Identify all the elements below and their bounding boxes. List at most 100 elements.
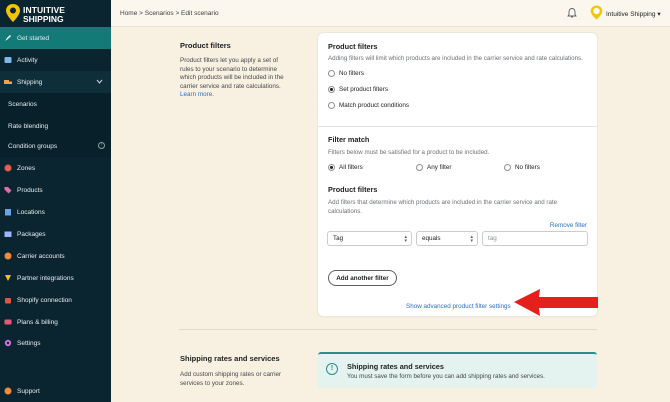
- sidebar-item-label: Scenarios: [8, 100, 37, 108]
- box-icon: [4, 230, 12, 238]
- sidebar-item-zones[interactable]: Zones: [0, 157, 111, 179]
- sidebar-item-shopify-connection[interactable]: Shopify connection: [0, 289, 111, 311]
- radio-match-product-conditions[interactable]: Match product conditions: [328, 102, 409, 109]
- avatar[interactable]: [590, 5, 603, 20]
- product-filters-heading: Product filters: [328, 185, 378, 194]
- section-title-product-filters: Product filters: [180, 41, 231, 50]
- radio-any-filter[interactable]: Any filter: [416, 164, 452, 171]
- rocket-icon: [4, 34, 12, 42]
- sidebar-item-products[interactable]: Products: [0, 179, 111, 201]
- breadcrumb[interactable]: Home > Scenarios > Edit scenario: [120, 10, 219, 17]
- filter-match-heading: Filter match: [328, 135, 370, 144]
- radio-label: All filters: [339, 164, 363, 171]
- radio-circle[interactable]: [328, 102, 335, 109]
- bell-icon[interactable]: [566, 7, 578, 19]
- radio-no-filters[interactable]: No filters: [328, 70, 364, 77]
- account-name: Intuitive Shipping: [606, 11, 656, 18]
- sidebar-item-locations[interactable]: Locations: [0, 201, 111, 223]
- select-value: equals: [422, 235, 441, 242]
- section-divider: [179, 329, 597, 330]
- radio-label: No filters: [515, 164, 540, 171]
- sidebar-item-condition-groups[interactable]: Condition groups !: [0, 135, 111, 157]
- radio-label: Match product conditions: [339, 102, 410, 109]
- sidebar-item-label: Support: [17, 387, 40, 395]
- radio-circle[interactable]: [328, 164, 335, 171]
- main-content: Product filters Product filters let you …: [111, 27, 670, 402]
- sidebar-item-carrier-accounts[interactable]: Carrier accounts: [0, 245, 111, 267]
- support-icon: [4, 387, 12, 395]
- location-pin-icon: [6, 4, 20, 22]
- radio-circle[interactable]: [328, 70, 335, 77]
- account-menu[interactable]: Intuitive Shipping ▾: [606, 10, 661, 18]
- radio-all-filters[interactable]: All filters: [328, 164, 363, 171]
- logo[interactable]: INTUITIVE SHIPPING: [5, 3, 105, 25]
- sidebar-item-label: Shopify connection: [17, 296, 72, 304]
- radio-circle[interactable]: [328, 86, 335, 93]
- sidebar-item-label: Products: [17, 186, 43, 194]
- radio-no-filters-match[interactable]: No filters: [504, 164, 540, 171]
- filter-value-input[interactable]: tag: [482, 231, 588, 246]
- radio-circle[interactable]: [416, 164, 423, 171]
- radio-label: No filters: [339, 70, 364, 77]
- sidebar-item-support[interactable]: Support: [0, 380, 111, 402]
- integration-icon: [4, 274, 12, 282]
- sidebar-item-label: Packages: [17, 230, 46, 238]
- sidebar-item-packages[interactable]: Packages: [0, 223, 111, 245]
- divider: [318, 126, 597, 127]
- radio-set-product-filters[interactable]: Set product filters: [328, 86, 388, 93]
- sidebar-item-label: Condition groups: [8, 142, 58, 150]
- card-heading: Product filters: [328, 42, 378, 51]
- carrier-icon: [4, 252, 12, 260]
- gear-icon: [4, 339, 12, 347]
- top-bar: Home > Scenarios > Edit scenario Intuiti…: [111, 0, 670, 27]
- chevron-down-icon: [96, 79, 103, 84]
- info-banner: ! Shipping rates and services You must s…: [318, 352, 597, 388]
- sidebar-item-label: Get started: [17, 34, 50, 42]
- sidebar-item-get-started[interactable]: Get started: [0, 27, 111, 49]
- select-arrows-icon: ▴ ▾: [470, 234, 473, 244]
- tag-icon: [4, 186, 12, 194]
- radio-label: Set product filters: [339, 86, 388, 93]
- sidebar-item-label: Locations: [17, 208, 45, 216]
- filter-match-subtext: Filters below must be satisfied for a pr…: [328, 149, 490, 156]
- remove-filter-link[interactable]: Remove filter: [550, 222, 587, 229]
- chevron-down-icon: ▾: [657, 11, 661, 18]
- filter-operator-select[interactable]: equals ▴ ▾: [416, 231, 478, 246]
- sidebar: INTUITIVE SHIPPING Get started Activity …: [0, 0, 111, 402]
- sidebar-item-plans-billing[interactable]: Plans & billing: [0, 311, 111, 333]
- globe-icon: [4, 164, 12, 172]
- annotation-arrow-icon: [514, 289, 598, 316]
- section-description-product-filters: Product filters let you apply a set of r…: [180, 57, 292, 100]
- brand-line-2: SHIPPING: [23, 14, 64, 24]
- sidebar-item-label: Carrier accounts: [17, 252, 65, 260]
- learn-more-link[interactable]: Learn more.: [180, 91, 214, 98]
- shopify-icon: [4, 296, 12, 304]
- card-subtext: Adding filters will limit which products…: [328, 55, 583, 62]
- sidebar-item-label: Shipping: [17, 78, 43, 86]
- advanced-filter-settings-link[interactable]: Show advanced product filter settings: [406, 303, 511, 310]
- sidebar-item-activity[interactable]: Activity: [0, 49, 111, 71]
- info-icon: !: [326, 363, 338, 375]
- filter-field-select[interactable]: Tag ▴ ▾: [327, 231, 412, 246]
- radio-circle[interactable]: [504, 164, 511, 171]
- building-icon: [4, 208, 12, 216]
- sidebar-item-label: Settings: [17, 339, 41, 347]
- sidebar-item-label: Zones: [17, 164, 36, 172]
- billing-icon: [4, 318, 12, 326]
- sidebar-item-rate-blending[interactable]: Rate blending: [0, 115, 111, 137]
- truck-icon: [4, 78, 12, 86]
- sidebar-item-label: Partner integrations: [17, 274, 74, 282]
- add-another-filter-button[interactable]: Add another filter: [328, 270, 397, 286]
- description-text: Product filters let you apply a set of r…: [180, 57, 284, 90]
- info-icon: !: [98, 142, 105, 149]
- sidebar-item-label: Activity: [17, 56, 38, 64]
- sidebar-item-label: Rate blending: [8, 122, 49, 130]
- select-value: Tag: [333, 235, 344, 242]
- section-description-shipping-rates: Add custom shipping rates or carrier ser…: [180, 371, 282, 387]
- product-filters-card: Product filters Adding filters will limi…: [318, 33, 597, 316]
- sidebar-item-settings[interactable]: Settings: [0, 332, 111, 354]
- sidebar-item-shipping[interactable]: Shipping: [0, 71, 111, 93]
- sidebar-item-label: Plans & billing: [17, 318, 58, 326]
- sidebar-item-scenarios[interactable]: Scenarios: [0, 93, 111, 115]
- sidebar-item-partner-integrations[interactable]: Partner integrations: [0, 267, 111, 289]
